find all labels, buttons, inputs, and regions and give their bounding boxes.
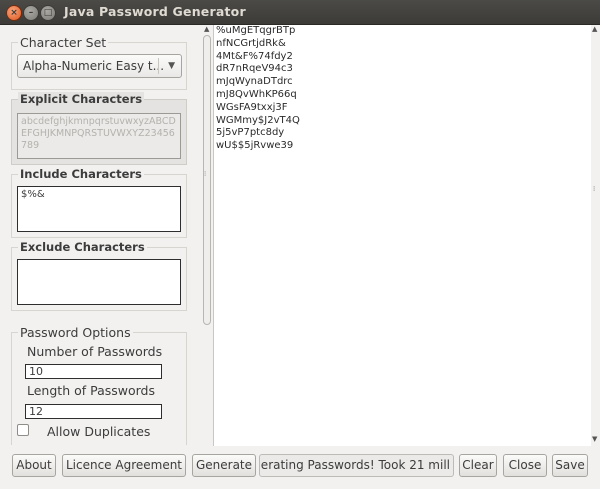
- password-line: 4Mt&F%74fdy2: [216, 50, 293, 62]
- exclude-characters-label: Exclude Characters: [18, 240, 147, 254]
- character-set-dropdown[interactable]: Alpha-Numeric Easy t... ▼: [17, 54, 182, 78]
- allow-duplicates-checkbox[interactable]: [17, 424, 29, 436]
- title-bar: × – □ Java Password Generator: [0, 0, 600, 25]
- number-of-passwords-label: Number of Passwords: [27, 344, 163, 359]
- explicit-characters-field: abcdefghjkmnpqrstuvwxyzABCDEFGHJKMNPQRST…: [17, 113, 181, 159]
- explicit-characters-label: Explicit Characters: [18, 92, 145, 106]
- password-options-label: Password Options: [18, 325, 133, 340]
- explicit-characters-group: Explicit Characters abcdefghjkmnpqrstuvw…: [11, 92, 187, 165]
- password-line: WGsFA9txxj3F: [216, 101, 288, 113]
- dropdown-separator: [158, 58, 159, 74]
- allow-duplicates-label: Allow Duplicates: [47, 424, 151, 439]
- scrollbar-thumb[interactable]: [203, 35, 211, 325]
- exclude-characters-group: Exclude Characters: [11, 240, 187, 311]
- include-characters-group: Include Characters $%&: [11, 167, 187, 238]
- clear-button[interactable]: Clear: [459, 454, 497, 477]
- password-line: dR7nRqeV94c3: [216, 63, 293, 75]
- app-window: × – □ Java Password Generator Character …: [0, 0, 600, 489]
- grip-icon: ⁞: [204, 170, 207, 178]
- exclude-characters-field[interactable]: [17, 259, 181, 305]
- scroll-up-arrow-icon[interactable]: ▲: [592, 25, 597, 33]
- password-line: WGMmy$J2vT4Q: [216, 114, 300, 126]
- password-line: mJqWynaDTdrc: [216, 76, 293, 88]
- password-list: %uMgETqgrBTp nfNCGrtjdRk& 4Mt&F%74fdy2 dR7n…: [214, 25, 591, 153]
- options-panel: Character Set Alpha-Numeric Easy t... ▼ …: [0, 25, 201, 445]
- password-output-area[interactable]: %uMgETqgrBTp nfNCGrtjdRk& 4Mt&F%74fdy2 dR7n…: [213, 25, 591, 446]
- include-characters-field[interactable]: $%&: [17, 186, 181, 232]
- password-line: wU$$5jRvwe39: [216, 140, 294, 152]
- window-title: Java Password Generator: [64, 4, 246, 19]
- scroll-up-arrow-icon[interactable]: ▲: [204, 25, 209, 33]
- scroll-down-arrow-icon[interactable]: ▼: [592, 435, 597, 443]
- save-button[interactable]: Save: [552, 454, 588, 477]
- length-of-passwords-input[interactable]: 12: [25, 404, 162, 419]
- character-set-selected: Alpha-Numeric Easy t...: [23, 59, 165, 73]
- character-set-group: Character Set Alpha-Numeric Easy t... ▼: [11, 35, 187, 90]
- status-text: nerating Passwords! Took 21 mill: [259, 458, 450, 472]
- minimize-window-icon[interactable]: –: [23, 5, 39, 21]
- generate-button[interactable]: Generate: [192, 454, 256, 477]
- licence-agreement-button[interactable]: Licence Agreement: [62, 454, 186, 477]
- password-line: nfNCGrtjdRk&: [216, 37, 286, 49]
- include-characters-label: Include Characters: [18, 167, 144, 181]
- character-set-label: Character Set: [18, 35, 109, 50]
- length-of-passwords-label: Length of Passwords: [27, 383, 156, 398]
- about-button[interactable]: About: [12, 454, 56, 477]
- maximize-window-icon[interactable]: □: [40, 5, 56, 21]
- password-line: mJ8QvWhKP66q: [216, 88, 297, 100]
- password-line: %uMgETqgrBTp: [216, 25, 296, 36]
- password-line: 5j5vP7ptc8dy: [216, 127, 285, 139]
- close-window-icon[interactable]: ×: [6, 5, 22, 21]
- chevron-down-icon: ▼: [168, 61, 175, 71]
- number-of-passwords-input[interactable]: 10: [25, 364, 162, 379]
- output-scrollbar[interactable]: ▲ ⁞ ▼: [591, 25, 600, 446]
- grip-icon: ⁞: [593, 185, 596, 193]
- close-button[interactable]: Close: [503, 454, 547, 477]
- status-field: nerating Passwords! Took 21 mill: [259, 454, 454, 477]
